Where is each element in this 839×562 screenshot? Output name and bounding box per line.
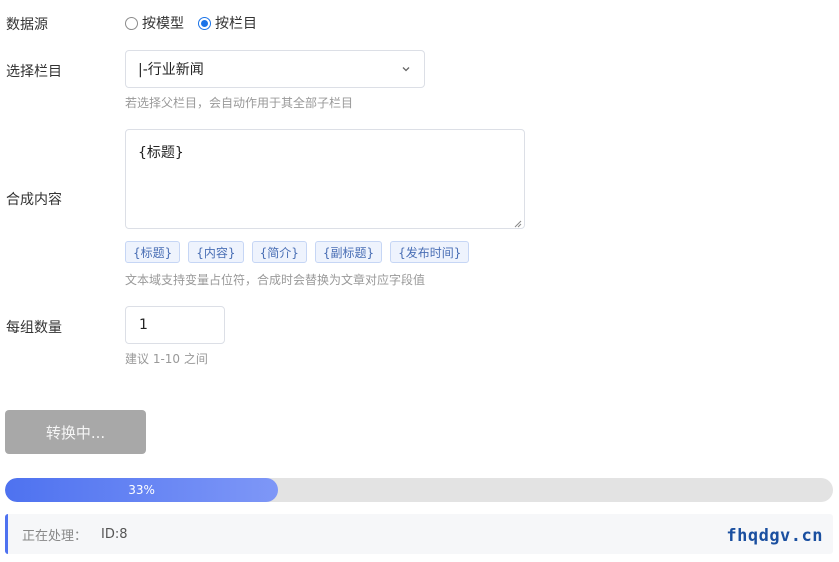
progress-bar: 33% xyxy=(5,478,833,502)
radio-by-column-circle[interactable] xyxy=(198,16,211,30)
status-label: 正在处理： xyxy=(22,528,88,544)
tag-subtitle[interactable]: {副标题} xyxy=(314,241,383,263)
tag-content[interactable]: {内容} xyxy=(188,241,244,263)
status-value: ID:8 xyxy=(101,526,128,542)
radio-by-model-label: 按模型 xyxy=(142,16,184,32)
watermark-logo: fhqdgv.cn xyxy=(726,526,823,546)
convert-button[interactable]: 转换中... xyxy=(5,410,146,454)
progress-fill: 33% xyxy=(5,478,279,502)
radio-by-model[interactable]: 按模型 xyxy=(125,13,184,33)
source-label: 数据源 xyxy=(6,17,48,33)
count-input[interactable] xyxy=(125,306,225,344)
tag-summary[interactable]: {简介} xyxy=(251,241,307,263)
source-radio-group: 按模型 按栏目 xyxy=(125,13,271,33)
radio-by-model-circle[interactable] xyxy=(125,16,138,30)
radio-by-column-label: 按栏目 xyxy=(215,16,257,32)
content-hint: 文本域支持变量占位符，合成时会替换为文章对应字段值 xyxy=(125,273,426,287)
column-select-value: |-行业新闻 xyxy=(138,62,204,78)
count-label: 每组数量 xyxy=(6,320,62,336)
variable-tags: {标题} {内容} {简介} {副标题} {发布时间} xyxy=(125,241,470,263)
column-hint: 若选择父栏目，会自动作用于其全部子栏目 xyxy=(125,96,354,110)
column-label: 选择栏目 xyxy=(6,64,62,80)
count-hint: 建议 1-10 之间 xyxy=(125,352,208,366)
content-label: 合成内容 xyxy=(6,192,62,208)
content-textarea[interactable]: {标题} xyxy=(125,129,525,229)
status-box: 正在处理： ID:8 xyxy=(5,514,833,554)
radio-by-column[interactable]: 按栏目 xyxy=(198,13,257,33)
resize-grip-icon[interactable] xyxy=(512,216,522,228)
tag-publish-time[interactable]: {发布时间} xyxy=(390,241,470,263)
column-select[interactable]: |-行业新闻 xyxy=(125,50,425,88)
tag-title[interactable]: {标题} xyxy=(125,241,181,263)
chevron-down-icon xyxy=(400,63,412,75)
